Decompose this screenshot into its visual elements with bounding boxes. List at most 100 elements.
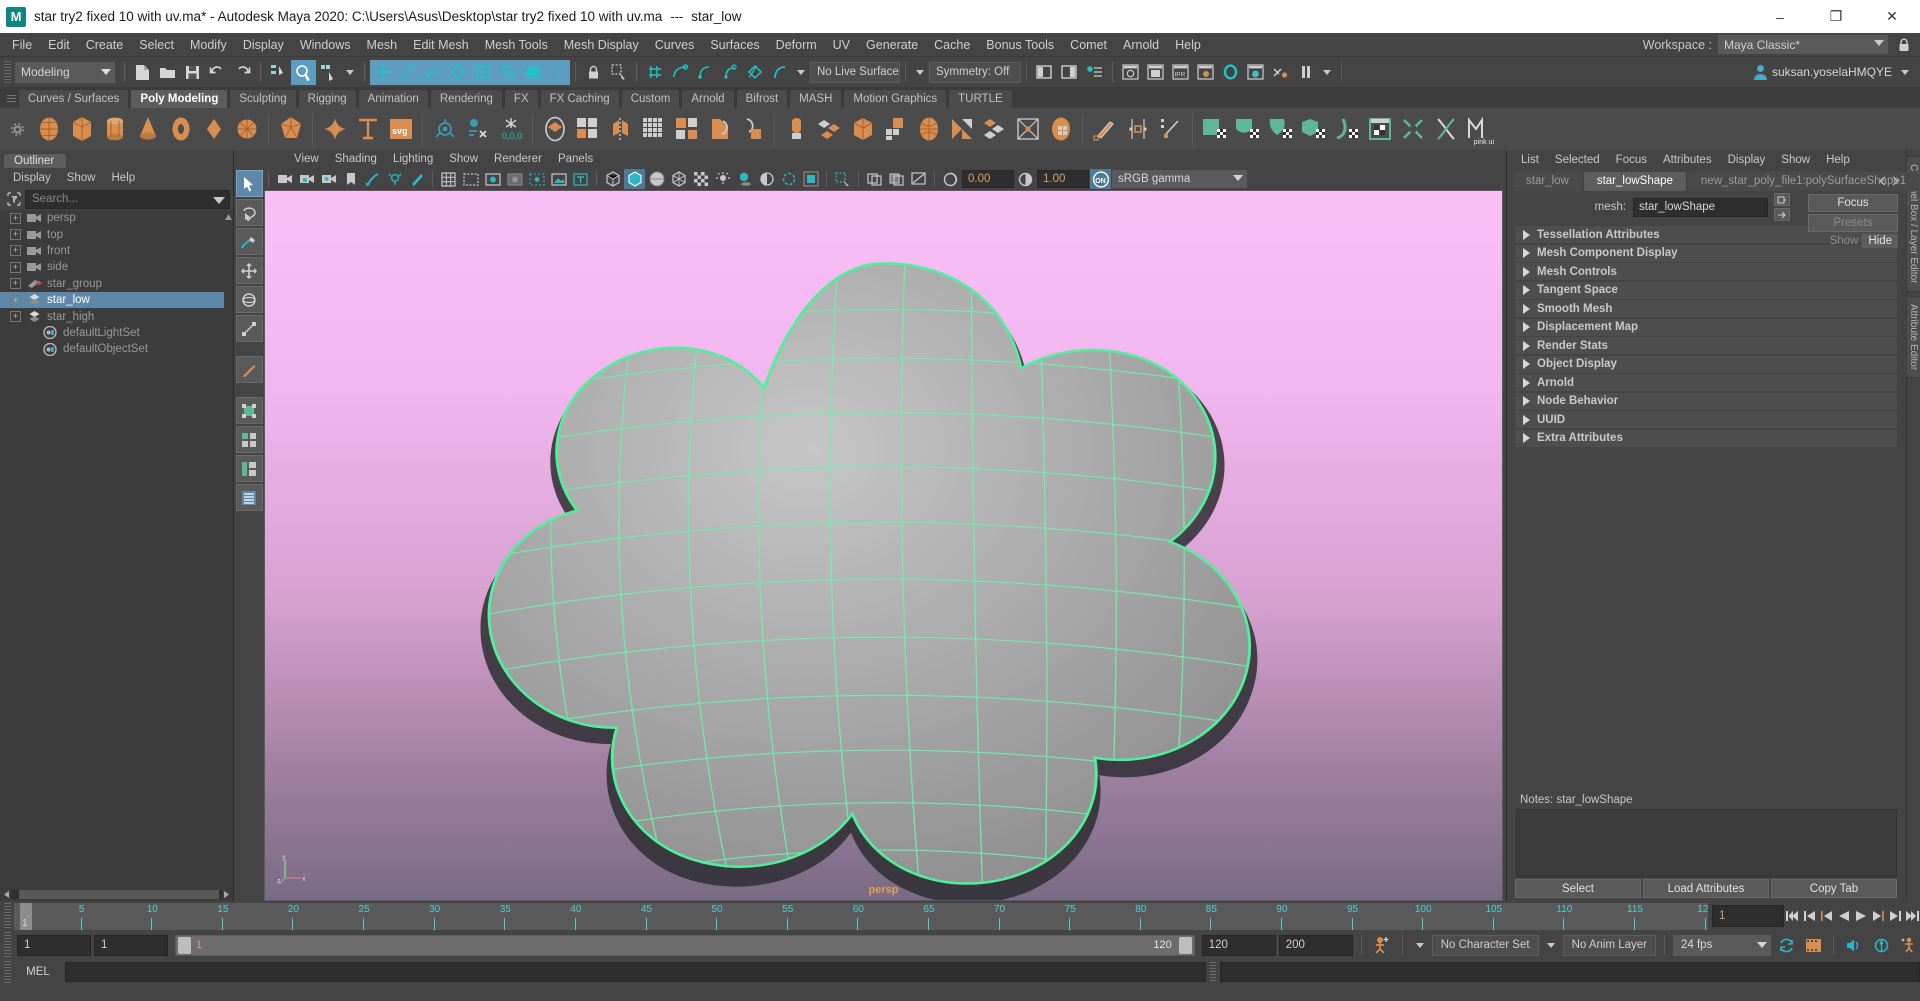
shaded-wireframe-icon[interactable] <box>646 169 667 189</box>
type-tool-icon[interactable] <box>351 111 384 147</box>
outliner-tree[interactable]: + persp + top + front + side + star_group + star_lo… <box>0 210 233 887</box>
grease-pencil-icon[interactable] <box>384 169 405 189</box>
menu-bonus-tools[interactable]: Bonus Tools <box>978 35 1062 55</box>
show-hide-editor-left-icon[interactable] <box>1032 60 1057 85</box>
shelf-tab-mash[interactable]: MASH <box>789 89 843 108</box>
select-object-icon[interactable] <box>291 59 316 85</box>
viewport-menu-show[interactable]: Show <box>441 152 486 166</box>
attr-menu-display[interactable]: Display <box>1720 153 1774 167</box>
step-forward-keyframe-icon[interactable] <box>1886 905 1903 927</box>
menu-deform[interactable]: Deform <box>768 35 825 55</box>
paint-select-tool-button[interactable] <box>235 228 263 255</box>
play-backwards-icon[interactable] <box>1835 905 1852 927</box>
expand-toggle-icon[interactable]: + <box>10 212 21 224</box>
poly-super-shape-icon[interactable] <box>318 111 351 147</box>
maximize-icon[interactable]: ❐ <box>1808 0 1864 33</box>
redo-icon[interactable] <box>230 60 255 85</box>
playback-speed-select[interactable]: 24 fps <box>1673 934 1771 956</box>
shelf-tab-bifrost[interactable]: Bifrost <box>735 89 789 108</box>
outliner-item-top[interactable]: + top <box>0 226 233 242</box>
select-node-icon[interactable] <box>1774 193 1790 206</box>
mask-handle-icon[interactable] <box>370 59 395 85</box>
xray-active-icon[interactable] <box>886 169 907 189</box>
two-pane-layout-button[interactable] <box>235 455 263 482</box>
mask-curve-icon[interactable] <box>395 59 420 85</box>
ao-icon[interactable] <box>756 169 777 189</box>
highlight-selection-icon[interactable] <box>606 60 631 85</box>
range-left-handle[interactable] <box>178 936 191 954</box>
new-scene-icon[interactable] <box>130 60 155 85</box>
chevron-down-icon[interactable] <box>1901 69 1909 75</box>
outliner-menu-help[interactable]: Help <box>105 171 143 185</box>
chevron-down-icon[interactable] <box>916 69 924 75</box>
expand-toggle-icon[interactable]: + <box>10 229 21 241</box>
wireframe-shading-icon[interactable] <box>602 169 623 189</box>
offset-edge-loop-icon[interactable] <box>1154 111 1187 147</box>
uv-planar-icon[interactable] <box>1198 111 1231 147</box>
poly-disc-icon[interactable] <box>230 111 263 147</box>
hide-button[interactable]: Hide <box>1862 234 1898 248</box>
mesh-name-input[interactable]: star_lowShape <box>1633 197 1768 217</box>
duplicate-face-icon[interactable] <box>978 111 1011 147</box>
sculpt-target-icon[interactable] <box>428 111 461 147</box>
attr-menu-selected[interactable]: Selected <box>1547 153 1608 167</box>
uv-unfold-icon[interactable] <box>1330 111 1363 147</box>
mirror-mesh-icon[interactable] <box>604 111 637 147</box>
undo-icon[interactable] <box>205 60 230 85</box>
reduce-mesh-icon[interactable] <box>670 111 703 147</box>
scroll-thumb[interactable] <box>19 889 219 899</box>
mask-deformation-icon[interactable] <box>445 59 470 85</box>
step-back-frame-icon[interactable] <box>1818 905 1835 927</box>
shelf-tab-fx[interactable]: FX <box>503 89 539 108</box>
select-tool-button[interactable] <box>235 170 263 197</box>
snap-view-plane-icon[interactable] <box>742 60 767 85</box>
hypershade-icon[interactable] <box>1218 60 1243 85</box>
range-start-field[interactable]: 1 <box>17 934 91 956</box>
attr-tab-star-low-shape[interactable]: star_lowShape <box>1583 171 1686 191</box>
chevron-right-icon[interactable] <box>1323 69 1331 75</box>
poke-face-icon[interactable] <box>1011 111 1044 147</box>
menu-edit-mesh[interactable]: Edit Mesh <box>405 35 477 55</box>
color-profile-select[interactable]: sRGB gamma <box>1112 170 1247 188</box>
shelf-tab-turtle[interactable]: TURTLE <box>948 89 1013 108</box>
script-language-label[interactable]: MEL <box>15 966 61 978</box>
outliner-search-input[interactable]: Search... <box>25 189 230 209</box>
live-surface-field[interactable]: No Live Surface <box>810 61 900 83</box>
mask-dynamic-icon[interactable] <box>470 59 495 85</box>
outliner-item-side[interactable]: + side <box>0 259 233 275</box>
outliner-item-star-group[interactable]: + star_group <box>0 276 233 292</box>
menu-select[interactable]: Select <box>131 35 182 55</box>
focus-button[interactable]: Focus <box>1808 194 1898 212</box>
two-d-pan-zoom-icon[interactable] <box>362 169 383 189</box>
viewport-menu-view[interactable]: View <box>286 152 327 166</box>
outliner-tab[interactable]: Outliner <box>4 154 67 168</box>
attribute-editor-toggle-icon[interactable] <box>1082 60 1107 85</box>
combine-mesh-icon[interactable] <box>538 111 571 147</box>
character-preferences-icon[interactable] <box>1896 934 1920 956</box>
attribute-editor-tab[interactable]: Attribute Editor <box>1906 295 1920 378</box>
command-input[interactable] <box>65 962 1206 982</box>
mask-rendering-icon[interactable] <box>495 59 520 85</box>
shelf-tab-curves-surfaces[interactable]: Curves / Surfaces <box>18 89 130 108</box>
menu-generate[interactable]: Generate <box>858 35 926 55</box>
lock-selection-icon[interactable] <box>581 60 606 85</box>
exposure-icon[interactable] <box>548 169 569 189</box>
range-slider[interactable]: 1 120 <box>175 934 1195 956</box>
transfer-attributes-icon[interactable] <box>703 111 736 147</box>
poly-cone-icon[interactable] <box>131 111 164 147</box>
command-splitter[interactable] <box>1210 962 1216 982</box>
lock-camera-icon[interactable] <box>296 169 317 189</box>
extrude-icon[interactable] <box>780 111 813 147</box>
menu-help[interactable]: Help <box>1167 35 1209 55</box>
shelf-tab-rigging[interactable]: Rigging <box>297 89 357 108</box>
outliner-item-star-low[interactable]: + star_low <box>0 291 233 309</box>
multisample-icon[interactable] <box>800 169 821 189</box>
snap-point-icon[interactable] <box>692 60 717 85</box>
menu-mesh[interactable]: Mesh <box>359 35 406 55</box>
shelf-options-icon[interactable] <box>2 122 32 136</box>
workspace-select[interactable]: Maya Classic* <box>1718 35 1888 54</box>
attr-menu-focus[interactable]: Focus <box>1608 153 1655 167</box>
attr-section-render-stats[interactable]: Render Stats <box>1515 337 1897 354</box>
ipr-render-icon[interactable]: IPR <box>1168 60 1193 85</box>
four-view-layout-button[interactable] <box>235 426 263 453</box>
